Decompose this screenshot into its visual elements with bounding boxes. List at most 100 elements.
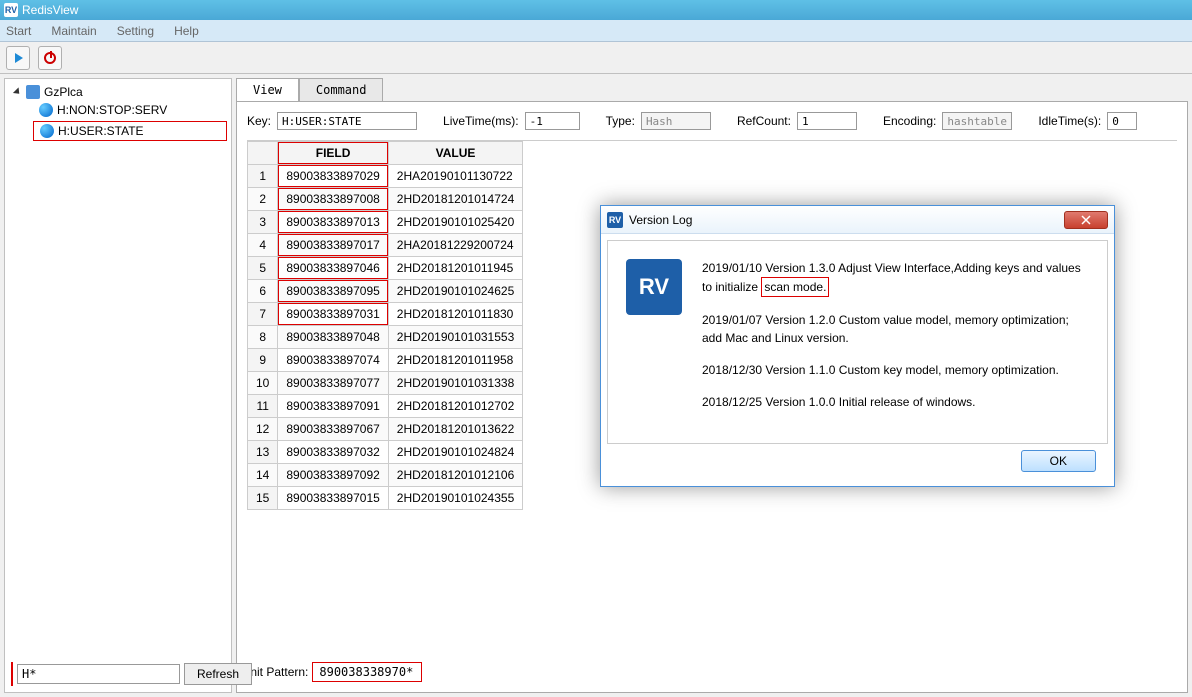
tree-item-0[interactable]: H:NON:STOP:SERV [33, 101, 227, 119]
cell-field[interactable]: 89003833897031 [278, 303, 388, 326]
table-row[interactable]: 2890038338970082HD20181201014724 [248, 188, 523, 211]
table-row[interactable]: 4890038338970172HA20181229200724 [248, 234, 523, 257]
dialog-ok-button[interactable]: OK [1021, 450, 1096, 472]
table-row[interactable]: 6890038338970952HD20190101024625 [248, 280, 523, 303]
table-row[interactable]: 11890038338970912HD20181201012702 [248, 395, 523, 418]
tree-root[interactable]: GzPlca [9, 83, 227, 101]
dialog-title-bar[interactable]: RV Version Log [601, 206, 1114, 234]
table-row[interactable]: 7890038338970312HD20181201011830 [248, 303, 523, 326]
cell-value[interactable]: 2HD20181201012702 [388, 395, 522, 418]
refresh-button[interactable]: Refresh [184, 663, 252, 685]
th-rownum [248, 142, 278, 165]
th-value[interactable]: VALUE [388, 142, 522, 165]
table-row[interactable]: 5890038338970462HD20181201011945 [248, 257, 523, 280]
table-row[interactable]: 14890038338970922HD20181201012106 [248, 464, 523, 487]
close-icon [1081, 215, 1091, 225]
idle-label: IdleTime(s): [1038, 114, 1101, 128]
filter-input[interactable] [17, 664, 180, 684]
cell-rownum: 2 [248, 188, 278, 211]
cell-rownum: 12 [248, 418, 278, 441]
cell-rownum: 7 [248, 303, 278, 326]
filter-marker [11, 662, 13, 686]
tree-item-1[interactable]: H:USER:STATE [33, 121, 227, 141]
dialog-text: 2019/01/10 Version 1.3.0 Adjust View Int… [702, 259, 1089, 425]
table-row[interactable]: 13890038338970322HD20190101024824 [248, 441, 523, 464]
cell-rownum: 8 [248, 326, 278, 349]
menu-start[interactable]: Start [6, 24, 31, 38]
cell-value[interactable]: 2HD20190101031338 [388, 372, 522, 395]
cell-value[interactable]: 2HD20181201013622 [388, 418, 522, 441]
cell-value[interactable]: 2HD20181201012106 [388, 464, 522, 487]
version-entry: 2019/01/07 Version 1.2.0 Custom value mo… [702, 311, 1089, 347]
power-icon [44, 52, 56, 64]
cell-value[interactable]: 2HD20190101025420 [388, 211, 522, 234]
tab-command[interactable]: Command [299, 78, 384, 101]
tab-view[interactable]: View [236, 78, 299, 101]
table-row[interactable]: 15890038338970152HD20190101024355 [248, 487, 523, 510]
cell-field[interactable]: 89003833897092 [278, 464, 388, 487]
dialog-app-icon: RV [626, 259, 682, 315]
key-input[interactable] [277, 112, 417, 130]
table-row[interactable]: 8890038338970482HD20190101031553 [248, 326, 523, 349]
live-input[interactable] [525, 112, 580, 130]
cell-rownum: 10 [248, 372, 278, 395]
tree-root-label: GzPlca [44, 85, 83, 99]
table-row[interactable]: 1890038338970292HA20190101130722 [248, 165, 523, 188]
title-bar: RV RedisView [0, 0, 1192, 20]
cell-field[interactable]: 89003833897067 [278, 418, 388, 441]
cell-field[interactable]: 89003833897029 [278, 165, 388, 188]
app-logo-icon: RV [4, 3, 18, 17]
th-field[interactable]: FIELD [278, 142, 388, 165]
cell-value[interactable]: 2HD20190101031553 [388, 326, 522, 349]
cell-value[interactable]: 2HD20181201011830 [388, 303, 522, 326]
table-row[interactable]: 3890038338970132HD20190101025420 [248, 211, 523, 234]
version-entry: 2018/12/25 Version 1.0.0 Initial release… [702, 393, 1089, 411]
init-pattern-input[interactable] [312, 662, 422, 682]
version-log-dialog: RV Version Log RV 2019/01/10 Version 1.3… [600, 205, 1115, 487]
cell-field[interactable]: 89003833897032 [278, 441, 388, 464]
cell-rownum: 3 [248, 211, 278, 234]
power-button[interactable] [38, 46, 62, 70]
type-input [641, 112, 711, 130]
cell-value[interactable]: 2HD20190101024355 [388, 487, 522, 510]
cell-value[interactable]: 2HD20181201011958 [388, 349, 522, 372]
cell-field[interactable]: 89003833897091 [278, 395, 388, 418]
cell-field[interactable]: 89003833897048 [278, 326, 388, 349]
run-button[interactable] [6, 46, 30, 70]
table-row[interactable]: 9890038338970742HD20181201011958 [248, 349, 523, 372]
menu-maintain[interactable]: Maintain [51, 24, 96, 38]
enc-input [942, 112, 1012, 130]
cell-field[interactable]: 89003833897015 [278, 487, 388, 510]
globe-icon [39, 103, 53, 117]
dialog-button-row: OK [601, 450, 1114, 486]
cell-rownum: 15 [248, 487, 278, 510]
cell-value[interactable]: 2HD20181201014724 [388, 188, 522, 211]
table-row[interactable]: 12890038338970672HD20181201013622 [248, 418, 523, 441]
cell-field[interactable]: 89003833897077 [278, 372, 388, 395]
cell-value[interactable]: 2HA20190101130722 [388, 165, 522, 188]
cell-value[interactable]: 2HD20181201011945 [388, 257, 522, 280]
key-label: Key: [247, 114, 271, 128]
cell-field[interactable]: 89003833897074 [278, 349, 388, 372]
cell-value[interactable]: 2HD20190101024625 [388, 280, 522, 303]
type-label: Type: [606, 114, 635, 128]
cell-rownum: 1 [248, 165, 278, 188]
cell-value[interactable]: 2HD20190101024824 [388, 441, 522, 464]
cell-field[interactable]: 89003833897008 [278, 188, 388, 211]
globe-icon [40, 124, 54, 138]
cell-rownum: 13 [248, 441, 278, 464]
dialog-close-button[interactable] [1064, 211, 1108, 229]
table-row[interactable]: 10890038338970772HD20190101031338 [248, 372, 523, 395]
init-pattern-label: Init Pattern: [247, 665, 308, 679]
cell-field[interactable]: 89003833897017 [278, 234, 388, 257]
cell-field[interactable]: 89003833897013 [278, 211, 388, 234]
cell-field[interactable]: 89003833897046 [278, 257, 388, 280]
menu-setting[interactable]: Setting [117, 24, 154, 38]
idle-input[interactable] [1107, 112, 1137, 130]
init-pattern-row: Init Pattern: [247, 654, 1177, 682]
ref-input[interactable] [797, 112, 857, 130]
menu-help[interactable]: Help [174, 24, 199, 38]
cell-value[interactable]: 2HA20181229200724 [388, 234, 522, 257]
cell-field[interactable]: 89003833897095 [278, 280, 388, 303]
cell-rownum: 6 [248, 280, 278, 303]
